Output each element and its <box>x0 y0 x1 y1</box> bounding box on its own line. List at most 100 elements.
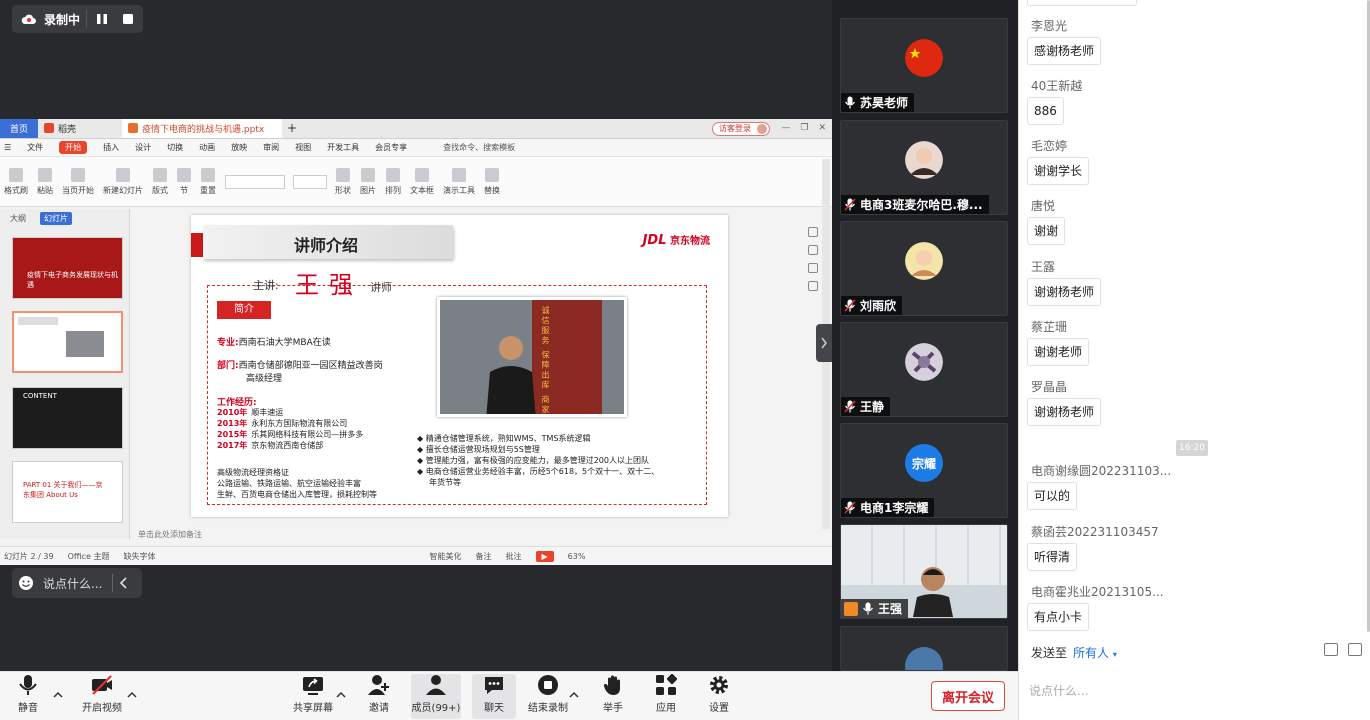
status-zoom[interactable]: 63% <box>568 552 586 561</box>
apps-button[interactable]: 应用 <box>653 674 679 719</box>
menu-item-transition[interactable]: 切换 <box>167 142 183 153</box>
menu-item-start[interactable]: 开始 <box>59 141 88 154</box>
chevron-left-icon[interactable] <box>119 577 129 589</box>
exp-org: 顺丰速运 <box>251 408 284 417</box>
chevron-up-icon[interactable] <box>569 690 579 700</box>
send-target-dropdown[interactable]: 所有人 ▾ <box>1073 644 1117 661</box>
ribbon-picture[interactable]: 图片 <box>360 167 376 196</box>
settings-button[interactable]: 设置 <box>706 674 732 719</box>
ribbon-new-slide[interactable]: 新建幻灯片 <box>103 167 143 196</box>
chevron-up-icon[interactable] <box>53 690 63 700</box>
participant-tile[interactable]: 刘雨欣 <box>840 221 1008 316</box>
ribbon-replace[interactable]: 替换 <box>484 167 500 196</box>
ribbon-textbox[interactable]: 文本框 <box>410 167 434 196</box>
menu-item-review[interactable]: 审阅 <box>263 142 279 153</box>
minimize-icon[interactable]: — <box>781 123 790 133</box>
ribbon-format-painter[interactable]: 格式刷 <box>4 167 28 196</box>
tab-slides[interactable]: 幻灯片 <box>40 211 72 225</box>
exp-org: 乐其网络科技有限公司—拼多多 <box>251 430 364 439</box>
emoji-icon[interactable] <box>18 575 34 591</box>
zoom-tool-icon[interactable] <box>808 227 818 237</box>
start-video-button[interactable]: 开启视频 <box>80 674 124 719</box>
font-name-box[interactable] <box>225 174 285 189</box>
slide-thumbnail-4[interactable]: 4 PART 01 关于我们——京东集团 About Us <box>12 461 123 523</box>
tab-home[interactable]: 首页 <box>0 119 38 138</box>
ribbon-shapes[interactable]: 形状 <box>335 167 351 196</box>
microphone-icon <box>19 675 37 695</box>
raise-hand-button[interactable]: 举手 <box>600 674 626 719</box>
menu-item-member[interactable]: 会员专享 <box>375 142 407 153</box>
mute-button[interactable]: 静音 <box>14 674 42 719</box>
participant-name-text: 刘雨欣 <box>860 299 897 313</box>
ribbon-label: 版式 <box>152 185 168 195</box>
folder-icon[interactable] <box>1324 643 1338 656</box>
leave-meeting-button[interactable]: 离开会议 <box>931 681 1005 711</box>
participant-tile[interactable]: 电商3班麦尔哈巴.穆... <box>840 120 1008 215</box>
quick-chat-placeholder[interactable]: 说点什么... <box>43 575 102 592</box>
participant-tile[interactable]: 苏昊老师 <box>840 18 1008 113</box>
participant-tile[interactable] <box>840 626 1008 671</box>
tab-daoke[interactable]: 稻壳 <box>38 119 122 138</box>
slide-canvas[interactable]: 讲师介绍 JDL 京东物流 主讲: 王强 讲师 简介 专业:西南石油大学MBA在… <box>191 215 728 517</box>
ribbon-reset[interactable]: 重置 <box>200 167 216 196</box>
participant-tile[interactable]: 王静 <box>840 322 1008 417</box>
stop-recording-button[interactable]: 结束录制 <box>528 674 568 719</box>
ribbon-paste[interactable]: 粘贴 <box>37 167 53 196</box>
pause-record-button[interactable] <box>91 8 113 30</box>
menu-item-devtools[interactable]: 开发工具 <box>327 142 359 153</box>
menu-item-view[interactable]: 视图 <box>295 142 311 153</box>
guest-login-button[interactable]: 访客登录 <box>712 122 770 136</box>
slide-thumbnail-2[interactable]: 2 <box>12 311 123 373</box>
members-button[interactable]: 成员(99+) <box>411 674 461 719</box>
chevron-up-icon[interactable] <box>127 690 137 700</box>
help-tool-icon[interactable] <box>808 281 818 291</box>
command-search[interactable]: 查找命令、搜索模板 <box>443 142 515 153</box>
status-font[interactable]: 缺失字体 <box>124 551 156 562</box>
invite-button[interactable]: 邀请 <box>366 674 392 719</box>
ribbon-play-from-current[interactable]: 当页开始 <box>62 167 94 196</box>
ribbon-arrange[interactable]: 排列 <box>385 167 401 196</box>
slide-thumbnail-3[interactable]: 3 CONTENT <box>12 387 123 449</box>
chevron-up-icon[interactable] <box>336 690 346 700</box>
menu-item-slideshow[interactable]: 放映 <box>231 142 247 153</box>
share-screen-button[interactable]: 共享屏幕 <box>291 674 335 719</box>
font-size-box[interactable] <box>293 174 327 189</box>
restore-icon[interactable]: ❐ <box>800 123 808 133</box>
menu-item-animation[interactable]: 动画 <box>199 142 215 153</box>
quick-chat-box[interactable]: 说点什么... <box>12 568 142 598</box>
notes-placeholder[interactable]: 单击此处添加备注 <box>138 529 202 540</box>
stop-record-button[interactable] <box>117 8 139 30</box>
settings-tool-icon[interactable] <box>808 263 818 273</box>
ribbon-present-tools[interactable]: 演示工具 <box>443 167 475 196</box>
collapse-sidebar-button[interactable] <box>816 324 832 362</box>
menu-item-design[interactable]: 设计 <box>135 142 151 153</box>
chat-message: 可以的 <box>1027 482 1078 510</box>
participant-video-tile[interactable]: 王强 <box>840 524 1008 619</box>
chat-button[interactable]: 聊天 <box>472 674 516 719</box>
ribbon-label: 文本框 <box>410 185 434 195</box>
menu-item-file[interactable]: 文件 <box>27 142 43 153</box>
mic-muted-icon <box>844 501 856 514</box>
close-icon[interactable]: ✕ <box>818 123 826 133</box>
chat-input[interactable] <box>1029 666 1359 716</box>
slide-thumbnail-1[interactable]: 1 疫情下电子商务发展现状与机遇 <box>12 237 123 299</box>
ribbon-section[interactable]: 节 <box>177 167 191 196</box>
paste-icon <box>38 167 52 182</box>
screenshot-icon[interactable] <box>1348 643 1362 656</box>
tab-document[interactable]: 疫情下电商的挑战与机遇.pptx <box>122 119 282 138</box>
status-comment[interactable]: 批注 <box>506 551 522 562</box>
tab-outline[interactable]: 大纲 <box>10 213 26 224</box>
new-slide-icon <box>116 167 130 182</box>
participant-tile[interactable]: 宗耀 电商1李宗耀 <box>840 423 1008 518</box>
meeting-stage: 录制中 首页 稻壳 疫情下电商的挑战与机遇.pptx + 访客登录 — ❐ ✕ … <box>0 0 832 671</box>
menu-item-insert[interactable]: 插入 <box>103 142 119 153</box>
menu-hamburger-icon[interactable]: ☰ <box>4 143 11 152</box>
copy-tool-icon[interactable] <box>808 245 818 255</box>
status-notes[interactable]: 备注 <box>476 551 492 562</box>
experience-item: 2010年 顺丰速运 <box>217 407 283 418</box>
status-beautify[interactable]: 智能美化 <box>430 551 462 562</box>
members-label: 成员(99+) <box>411 703 461 714</box>
new-tab-button[interactable]: + <box>282 119 302 138</box>
slideshow-play-icon[interactable]: ▶ <box>535 550 554 562</box>
ribbon-layout[interactable]: 版式 <box>152 167 168 196</box>
